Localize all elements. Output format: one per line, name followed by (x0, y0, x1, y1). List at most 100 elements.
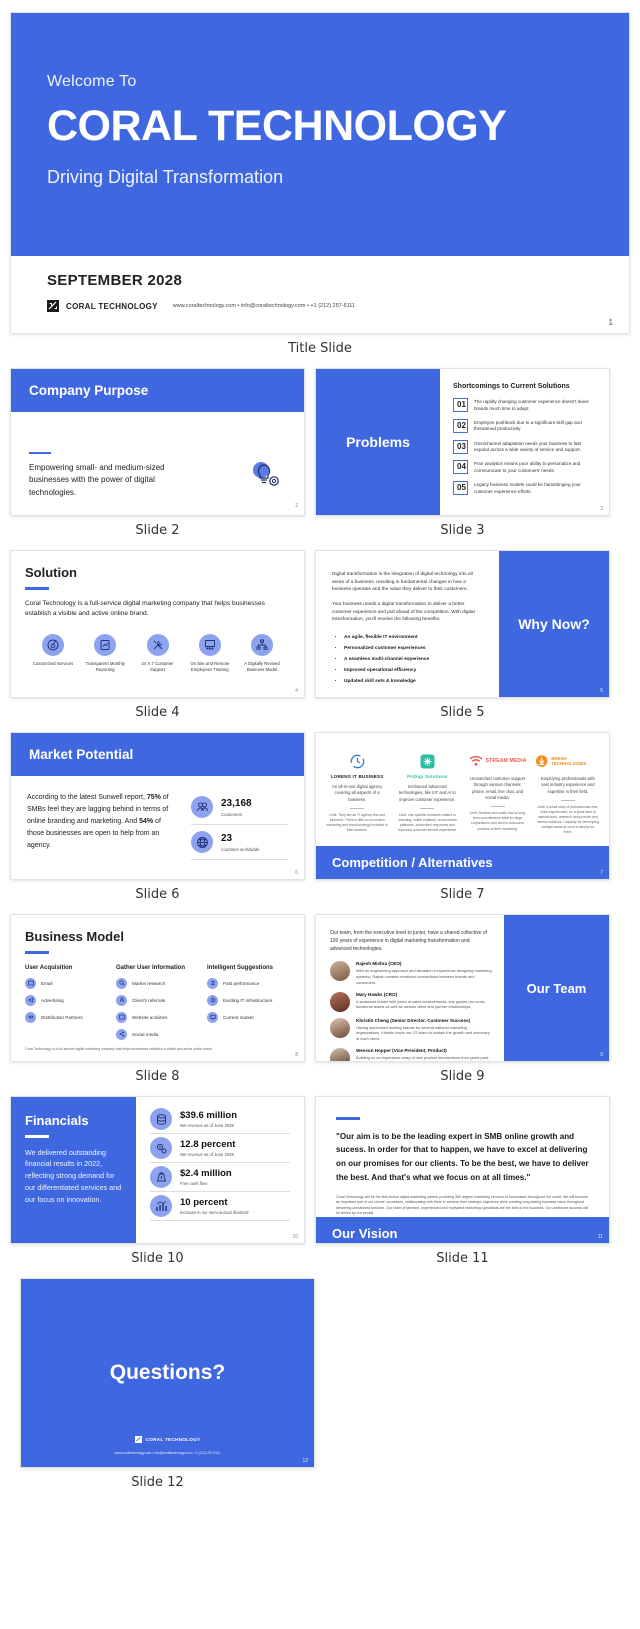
metric-row: 12.8 percent Net revenue as of June 2028 (150, 1134, 290, 1162)
slide-row-2-3: Company Purpose Empowering small- and me… (0, 368, 640, 550)
vision-detail: Coral Technology will be the first choic… (336, 1194, 589, 1216)
slide-market-potential[interactable]: Market Potential According to the latest… (10, 732, 305, 880)
slide-questions[interactable]: Questions? CORAL TECHNOLOGY www.coraltec… (20, 1278, 315, 1468)
slide-row-6-7: Market Potential According to the latest… (0, 732, 640, 914)
metric-value: 10 percent (180, 1196, 228, 1208)
page-number: 6 (295, 870, 298, 876)
problems-heading: Shortcomings to Current Solutions (453, 383, 570, 390)
problem-number: 01 (453, 398, 468, 412)
problems-title: Problems (346, 434, 410, 450)
bm-item: Website activities (116, 1011, 199, 1023)
member-name: Mary Hawks (CRO) (356, 991, 398, 997)
server-icon (207, 994, 218, 1006)
metric-value: $2.4 million (180, 1167, 232, 1179)
slide-row-4-5: Solution Coral Technology is a full-serv… (0, 550, 640, 732)
competitor-desc: Employing professionals with vast indust… (540, 776, 595, 794)
metric-label: Net revenue as of June 2028 (180, 1123, 234, 1129)
page-number: 11 (597, 1234, 603, 1240)
money-bag-icon (150, 1166, 172, 1188)
competition-footer: Competition / Alternatives 7 (316, 846, 609, 879)
divider (191, 824, 288, 825)
bm-item-label: Advertising (41, 997, 64, 1003)
business-model-footer: Coral Technology is a full-service digit… (25, 1047, 213, 1051)
metric-label: Free cash flow (180, 1181, 208, 1187)
competitor-card: BRESH TECHNOLOGIES Employing professiona… (535, 751, 601, 846)
slide-company-purpose[interactable]: Company Purpose Empowering small- and me… (10, 368, 305, 516)
lightbulb-gear-icon (248, 459, 282, 494)
problem-text: Employee pushback due to a significant s… (474, 419, 582, 432)
why-now-body: Digital transformation is the integratio… (316, 551, 499, 697)
presentation-date: SEPTEMBER 2028 (47, 272, 183, 289)
page-number: 4 (295, 688, 298, 694)
title-subtitle: Driving Digital Transformation (47, 167, 284, 187)
slide-caption-7: Slide 7 (440, 887, 485, 902)
why-now-title: Why Now? (518, 616, 590, 632)
problem-item: 03 Omnichannel adaptation needs your bus… (453, 439, 597, 454)
problem-item: 01 The rapidly changing customer experie… (453, 398, 597, 412)
solution-item-label: On Site and Remote Employees Training (190, 660, 230, 673)
benefit-item: A seamless multi-channel experience (344, 656, 485, 663)
business-model-title: Business Model (25, 929, 124, 944)
slide-why-now[interactable]: Digital transformation is the integratio… (315, 550, 610, 698)
welcome-text: Welcome To (47, 73, 137, 90)
tools-icon (146, 633, 169, 656)
metric-value: 12.8 percent (180, 1138, 236, 1150)
metric-row: 10 percent Increase in our semi-annual d… (150, 1192, 290, 1220)
problems-list-panel: Shortcomings to Current Solutions 01 The… (440, 369, 609, 515)
bm-item: Client's referrals (116, 994, 199, 1006)
title-hero: Welcome To CORAL TECHNOLOGY Driving Digi… (11, 13, 629, 256)
competitor-limit: Limit: Use specific functions related to… (397, 812, 457, 833)
megaphone-icon (25, 994, 36, 1006)
problem-text: Legacy business models could be hamstrin… (474, 482, 581, 494)
problem-text: Poor analytics means poor ability to per… (474, 461, 581, 474)
competitor-card: LORENS IT BUSINESS An all-in-one digital… (324, 751, 390, 846)
bm-column-heading: Intelligent Suggestions (207, 964, 274, 971)
slide-our-vision[interactable]: "Our aim is to be the leading expert in … (315, 1096, 610, 1244)
slide-problems[interactable]: Problems Shortcomings to Current Solutio… (315, 368, 610, 516)
slide-row-12: Questions? CORAL TECHNOLOGY www.coraltec… (0, 1278, 640, 1490)
bm-item: Market research (116, 977, 199, 989)
bm-column-heading: User Acquisition (25, 964, 73, 971)
metric-row: $2.4 million Free cash flow (150, 1163, 290, 1191)
problem-item: 02 Employee pushback due to a significan… (453, 418, 597, 433)
bm-column: Gather User Information Market research … (116, 965, 199, 1046)
slide-caption-11: Slide 11 (436, 1251, 489, 1266)
divider (420, 807, 435, 809)
competitor-grid: LORENS IT BUSINESS An all-in-one digital… (316, 733, 609, 846)
bm-item-label: Market research (132, 980, 166, 986)
brand-row: CORAL TECHNOLOGY (134, 1436, 201, 1443)
slide-competition[interactable]: LORENS IT BUSINESS An all-in-one digital… (315, 732, 610, 880)
team-body: Our team, from the executive level to ju… (316, 915, 504, 1061)
purpose-body: Empowering small- and medium-sized busin… (11, 412, 304, 512)
bm-item: Social media (116, 1028, 199, 1040)
slide-our-team[interactable]: Our team, from the executive level to ju… (315, 914, 610, 1062)
page-number: 8 (295, 1052, 298, 1058)
market-stat-75: 75% (146, 794, 161, 801)
problem-text: Omnichannel adaptation needs your busine… (474, 440, 581, 453)
slide-caption-10: Slide 10 (131, 1251, 184, 1266)
slide-row-10-11: Financials We delivered outstanding fina… (0, 1096, 640, 1278)
slide-business-model[interactable]: Business Model User Acquisition Email Ad… (10, 914, 305, 1062)
stat-label: countries worldwide (221, 846, 260, 852)
slide-caption-3: Slide 3 (440, 523, 485, 538)
market-text-a: According to the latest Sunwell report, (27, 794, 147, 801)
problems-title-panel: Problems (316, 369, 440, 515)
competitor-limit: Limit: Services are costly due to long-t… (469, 811, 526, 831)
coins-icon (150, 1108, 172, 1130)
stat-value: 23 (221, 832, 233, 844)
team-member: Mary Hawks (CRO) A seasoned leader with … (330, 991, 492, 1012)
member-bio: Building on an impressive array of new p… (356, 1055, 489, 1061)
purpose-title: Company Purpose (29, 383, 149, 398)
bm-item: Existing IT infrastructure (207, 994, 290, 1006)
slide-title[interactable]: Welcome To CORAL TECHNOLOGY Driving Digi… (10, 12, 630, 334)
coral-logo-icon (47, 300, 59, 312)
problem-item: 04 Poor analytics means poor ability to … (453, 460, 597, 475)
page-number: 10 (292, 1234, 298, 1240)
bm-item-label: Distribution Partners (41, 1014, 83, 1020)
slide-financials[interactable]: Financials We delivered outstanding fina… (10, 1096, 305, 1244)
problem-item: 05 Legacy business models could be hamst… (453, 481, 597, 496)
slide-solution[interactable]: Solution Coral Technology is a full-serv… (10, 550, 305, 698)
globe-icon (191, 831, 213, 853)
target-icon (42, 633, 64, 656)
bm-item: Current market (207, 1011, 290, 1023)
